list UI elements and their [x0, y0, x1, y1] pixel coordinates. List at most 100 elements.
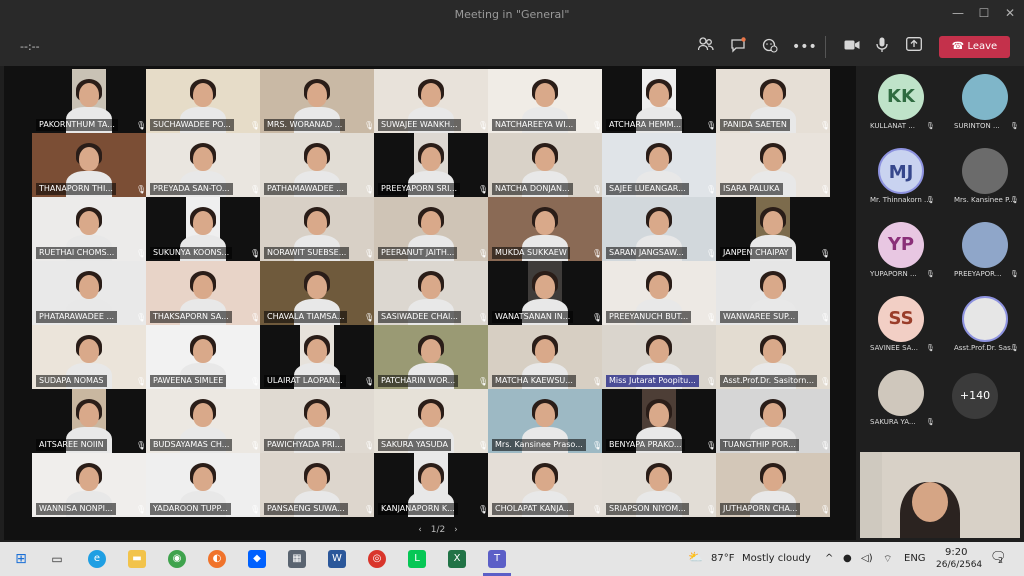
- participant-face: [79, 275, 99, 299]
- participant-tile[interactable]: PEERANUT JAITH... 🎙: [374, 197, 488, 261]
- sidebar-participant[interactable]: Asst.Prof.Dr. Sas... 🎙: [940, 288, 1024, 352]
- participant-tile[interactable]: PAWICHYADA PRI... 🎙: [260, 389, 374, 453]
- word-icon[interactable]: W: [328, 550, 346, 568]
- participant-tile[interactable]: MATCHA KAEWSU... 🎙: [488, 325, 602, 389]
- share-screen-icon[interactable]: [904, 37, 924, 57]
- sidebar-participant[interactable]: Mrs. Kansinee P... 🎙: [940, 140, 1024, 204]
- next-page-icon[interactable]: ›: [454, 525, 458, 535]
- participant-tile[interactable]: YADAROON TUPP... 🎙: [146, 453, 260, 517]
- chrome-icon[interactable]: ◉: [168, 550, 186, 568]
- language-indicator[interactable]: ENG: [904, 553, 926, 564]
- participant-tile[interactable]: MUKDA SUKKAEW 🎙: [488, 197, 602, 261]
- file-explorer-icon[interactable]: ▬: [128, 550, 146, 568]
- people-icon[interactable]: [696, 37, 716, 57]
- more-participants-button[interactable]: +140: [952, 373, 998, 419]
- maximize-icon[interactable]: ☐: [976, 5, 992, 21]
- participant-tile[interactable]: NATCHAREEYA WI... 🎙: [488, 69, 602, 133]
- participant-tile[interactable]: SUKUNYA KOONS... 🎙: [146, 197, 260, 261]
- participant-tile[interactable]: TUANGTHIP POR... 🎙: [716, 389, 830, 453]
- participant-tile[interactable]: ATCHARA HEMM... 🎙: [602, 69, 716, 133]
- participant-tile[interactable]: SUDAPA NOMAS 🎙: [32, 325, 146, 389]
- clock-time[interactable]: 9:20: [945, 547, 967, 558]
- participant-face: [421, 275, 441, 299]
- participant-tile[interactable]: SUWAJEE WANKH... 🎙: [374, 69, 488, 133]
- close-icon[interactable]: ✕: [1002, 5, 1018, 21]
- prev-page-icon[interactable]: ‹: [418, 525, 422, 535]
- participant-face: [763, 467, 783, 491]
- participant-tile[interactable]: AITSAREE NOIIN 🎙: [32, 389, 146, 453]
- participant-tile[interactable]: WANNISA NONPI... 🎙: [32, 453, 146, 517]
- participant-tile[interactable]: SRIAPSON NIYOM... 🎙: [602, 453, 716, 517]
- participant-tile[interactable]: SARAN JANGSAW... 🎙: [602, 197, 716, 261]
- camera-icon[interactable]: [842, 37, 862, 57]
- chat-icon[interactable]: [728, 37, 748, 57]
- participant-tile[interactable]: PATHAMAWADEE ... 🎙: [260, 133, 374, 197]
- participant-tile[interactable]: Miss Jutarat Poopitu... 🎙: [602, 325, 716, 389]
- participant-tile[interactable]: JANPEN CHAIPAY 🎙: [716, 197, 830, 261]
- participant-tile[interactable]: PANIDA SAETEN 🎙: [716, 69, 830, 133]
- app-icon[interactable]: ◎: [368, 550, 386, 568]
- edge-icon[interactable]: e: [88, 550, 106, 568]
- participant-tile[interactable]: CHAVALA TIAMSA... 🎙: [260, 261, 374, 325]
- weather-text[interactable]: Mostly cloudy: [742, 553, 811, 564]
- participant-tile[interactable]: ULAIRAT LAOPAN... 🎙: [260, 325, 374, 389]
- line-icon[interactable]: L: [408, 550, 426, 568]
- chevron-up-icon[interactable]: ^: [825, 553, 833, 564]
- participant-tile[interactable]: PHATARAWADEE ... 🎙: [32, 261, 146, 325]
- participant-tile[interactable]: PAWEENA SIMLEE 🎙: [146, 325, 260, 389]
- participant-tile[interactable]: SAKURA YASUDA 🎙: [374, 389, 488, 453]
- mic-icon[interactable]: [872, 37, 892, 57]
- task-view-icon[interactable]: ▭: [48, 550, 66, 568]
- sidebar-participant[interactable]: MJ Mr. Thinnakorn ... 🎙: [856, 140, 940, 204]
- sidebar-participant[interactable]: YP YUPAPORN ... 🎙: [856, 214, 940, 278]
- participant-tile[interactable]: PREEYANUCH BUT... 🎙: [602, 261, 716, 325]
- weather-icon[interactable]: ⛅: [688, 550, 703, 564]
- excel-icon[interactable]: X: [448, 550, 466, 568]
- participant-tile[interactable]: KANJANAPORN K... 🎙: [374, 453, 488, 517]
- speaker-icon[interactable]: ◁): [861, 553, 873, 564]
- sidebar-participant[interactable]: SAKURA YA... 🎙: [856, 362, 940, 426]
- network-icon[interactable]: ⌔: [883, 553, 892, 566]
- sidebar-participant[interactable]: KK KULLANAT ... 🎙: [856, 66, 940, 130]
- weather-temp[interactable]: 87°F: [711, 553, 734, 564]
- sidebar-participant-name: PREEYAPOR...: [954, 270, 1002, 278]
- clock-date[interactable]: 26/6/2564: [936, 560, 982, 570]
- more-options-icon[interactable]: •••: [792, 37, 817, 57]
- participant-tile[interactable]: PAKORNTHUM TA... 🎙: [32, 69, 146, 133]
- participant-tile[interactable]: WANATSANAN IN... 🎙: [488, 261, 602, 325]
- participant-tile[interactable]: RUETHAI CHOMS... 🎙: [32, 197, 146, 261]
- reactions-icon[interactable]: [760, 37, 780, 57]
- teams-icon[interactable]: T: [488, 550, 506, 568]
- participant-tile[interactable]: SASIWADEE CHAI... 🎙: [374, 261, 488, 325]
- participant-tile[interactable]: CHOLAPAT KANJA... 🎙: [488, 453, 602, 517]
- participant-name: CHAVALA TIAMSA...: [264, 311, 348, 323]
- participant-tile[interactable]: NATCHA DONJAN... 🎙: [488, 133, 602, 197]
- participant-tile[interactable]: THAKSAPORN SA... 🎙: [146, 261, 260, 325]
- participant-tile[interactable]: NORAWIT SUEBSE... 🎙: [260, 197, 374, 261]
- participant-tile[interactable]: Asst.Prof.Dr. Sasitorn... 🎙: [716, 325, 830, 389]
- leave-button[interactable]: ☎ Leave: [939, 36, 1010, 58]
- sidebar-participant[interactable]: PREEYAPOR... 🎙: [940, 214, 1024, 278]
- windows-start-icon[interactable]: ⊞: [12, 550, 30, 568]
- mic-tray-icon[interactable]: ●: [843, 553, 852, 564]
- sidebar-participant[interactable]: SS SAVINEE SA... 🎙: [856, 288, 940, 352]
- participant-tile[interactable]: PATCHARIN WOR... 🎙: [374, 325, 488, 389]
- participant-tile[interactable]: PREYADA SAN-TO... 🎙: [146, 133, 260, 197]
- participant-tile[interactable]: MRS. WORANAD ... 🎙: [260, 69, 374, 133]
- participant-tile[interactable]: WANWAREE SUP... 🎙: [716, 261, 830, 325]
- participant-tile[interactable]: ISARA PALUKA 🎙: [716, 133, 830, 197]
- participant-tile[interactable]: PANSAENG SUWA... 🎙: [260, 453, 374, 517]
- minimize-icon[interactable]: —: [950, 5, 966, 21]
- participant-tile[interactable]: SAJEE LUEANGAR... 🎙: [602, 133, 716, 197]
- participant-tile[interactable]: JUTHAPORN CHA... 🎙: [716, 453, 830, 517]
- participant-tile[interactable]: PREEYAPORN SRI... 🎙: [374, 133, 488, 197]
- firefox-icon[interactable]: ◐: [208, 550, 226, 568]
- participant-tile[interactable]: SUCHAWADEE PO... 🎙: [146, 69, 260, 133]
- participant-tile[interactable]: BUDSAYAMAS CH... 🎙: [146, 389, 260, 453]
- participant-tile[interactable]: Mrs. Kansinee Praso... 🎙: [488, 389, 602, 453]
- sidebar-participant[interactable]: SURINTON ... 🎙: [940, 66, 1024, 130]
- calculator-icon[interactable]: ▦: [288, 550, 306, 568]
- participant-tile[interactable]: BENYAPA PRAKO... 🎙: [602, 389, 716, 453]
- participant-tile[interactable]: THANAPORN THI... 🎙: [32, 133, 146, 197]
- dropbox-icon[interactable]: ◆: [248, 550, 266, 568]
